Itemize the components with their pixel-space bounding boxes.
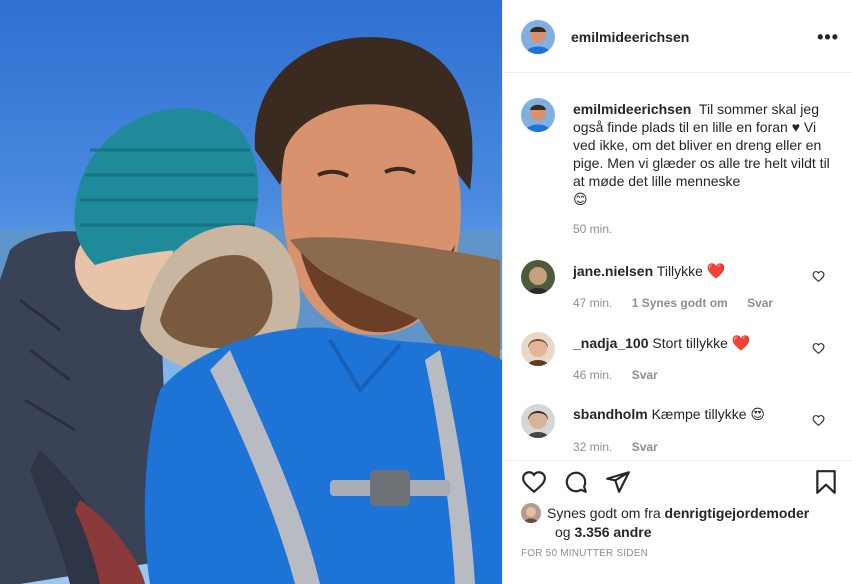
like-comment-heart-icon[interactable] xyxy=(812,342,825,355)
post-actions: Synes godt om fra denrigtigejordemoder o… xyxy=(503,460,852,584)
caption-time[interactable]: 50 min. xyxy=(573,222,612,236)
post-photo-illustration xyxy=(0,37,502,584)
post-photo[interactable] xyxy=(0,0,502,584)
comment-meta: 32 min. Svar xyxy=(573,440,674,454)
comment-body: Kæmpe tillykke xyxy=(651,406,747,422)
post-header: emilmideerichsen ••• xyxy=(503,0,852,73)
heart-icon[interactable] xyxy=(521,469,547,495)
bookmark-icon[interactable] xyxy=(813,469,839,495)
caption-text-block: emilmideerichsen Til sommer skal jeg ogs… xyxy=(573,100,841,208)
comment-emoji: 😍 xyxy=(750,406,765,422)
comment-row: sbandholm Kæmpe tillykke 😍 32 min. Svar xyxy=(503,404,852,464)
comment-emoji: ❤️ xyxy=(731,335,751,352)
likes-count[interactable]: 3.356 andre xyxy=(574,524,651,540)
comment-meta: 46 min. Svar xyxy=(573,368,674,382)
caption-username[interactable]: emilmideerichsen xyxy=(573,101,691,117)
comment-likes-count[interactable]: 1 Synes godt om xyxy=(632,296,728,310)
commenter-avatar[interactable] xyxy=(521,260,555,294)
comment-body: Stort tillykke xyxy=(652,335,728,351)
like-comment-heart-icon[interactable] xyxy=(812,270,825,283)
comment-row: jane.nielsen Tillykke ❤️ 47 min. 1 Synes… xyxy=(503,260,852,320)
comment-time[interactable]: 47 min. xyxy=(573,296,612,310)
like-comment-heart-icon[interactable] xyxy=(812,414,825,427)
author-avatar[interactable] xyxy=(521,20,555,54)
send-icon[interactable] xyxy=(605,469,631,495)
commenter-avatar[interactable] xyxy=(521,332,555,366)
post-timestamp[interactable]: FOR 50 MINUTTER SIDEN xyxy=(521,548,648,559)
comment-text: jane.nielsen Tillykke ❤️ xyxy=(573,262,726,280)
liker-avatar[interactable] xyxy=(521,503,541,523)
reply-button[interactable]: Svar xyxy=(632,368,658,382)
comment-row: _nadja_100 Stort tillykke ❤️ 46 min. Sva… xyxy=(503,332,852,392)
comment-text: sbandholm Kæmpe tillykke 😍 xyxy=(573,406,765,423)
comment-emoji: ❤️ xyxy=(706,263,726,280)
comment-text: _nadja_100 Stort tillykke ❤️ xyxy=(573,334,750,352)
reply-button[interactable]: Svar xyxy=(632,440,658,454)
commenter-avatar[interactable] xyxy=(521,404,555,438)
comment-time[interactable]: 32 min. xyxy=(573,440,612,454)
likes-prefix: Synes godt om fra xyxy=(547,505,661,521)
comment-icon[interactable] xyxy=(563,469,589,495)
comment-meta: 47 min. 1 Synes godt om Svar xyxy=(573,296,789,310)
comment-body: Tillykke xyxy=(656,263,703,279)
reply-button[interactable]: Svar xyxy=(747,296,773,310)
commenter-username[interactable]: jane.nielsen xyxy=(573,263,653,279)
author-username[interactable]: emilmideerichsen xyxy=(571,29,689,45)
post-side-panel: emilmideerichsen ••• emilmideerichsen Ti… xyxy=(502,0,852,584)
commenter-username[interactable]: _nadja_100 xyxy=(573,335,649,351)
caption-author-avatar[interactable] xyxy=(521,98,555,132)
caption-emoji: 😊 xyxy=(573,191,588,207)
commenter-username[interactable]: sbandholm xyxy=(573,406,648,422)
liker-username[interactable]: denrigtigejordemoder xyxy=(665,505,810,521)
more-options-icon[interactable]: ••• xyxy=(817,27,839,48)
likes-joiner: og xyxy=(555,524,571,540)
likes-summary: Synes godt om fra denrigtigejordemoder o… xyxy=(521,503,841,541)
comment-time[interactable]: 46 min. xyxy=(573,368,612,382)
